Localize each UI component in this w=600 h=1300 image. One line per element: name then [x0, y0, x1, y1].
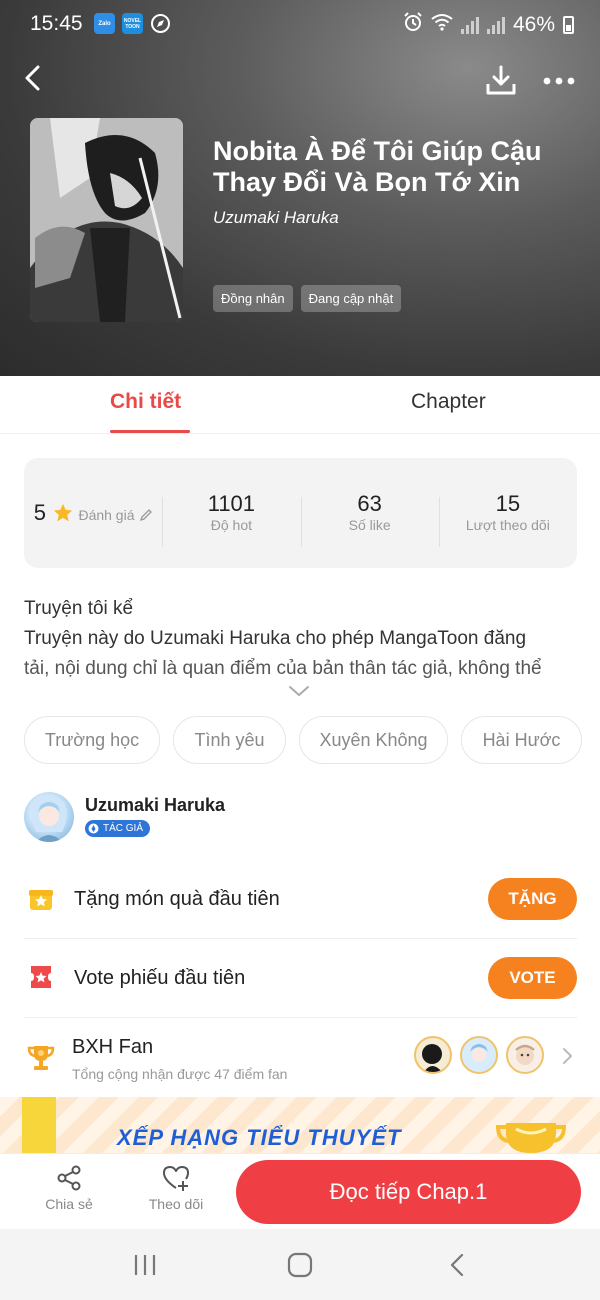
chevron-down-icon — [289, 686, 309, 696]
trophy-icon — [26, 1042, 56, 1077]
recent-apps-button[interactable] — [130, 1251, 160, 1279]
follow-button[interactable]: Theo dõi — [141, 1164, 211, 1212]
signal-icon — [460, 16, 479, 34]
gift-label: Tặng món quà đầu tiên — [74, 888, 280, 910]
novel-ranking-banner[interactable]: XẾP HẠNG TIỂU THUYẾT — [0, 1097, 600, 1153]
followers-value: 15 — [495, 491, 521, 516]
signal-icon-2 — [486, 16, 505, 34]
chip-isekai[interactable]: Xuyên Không — [299, 716, 448, 764]
tab-chapter[interactable]: Chapter — [411, 390, 486, 414]
chip-romance[interactable]: Tình yêu — [173, 716, 286, 764]
more-options-button[interactable] — [540, 66, 578, 96]
tag-fanfic[interactable]: Đồng nhân — [213, 285, 293, 312]
battery-text: 46% — [512, 13, 555, 36]
book-description[interactable]: Truyện tôi kể Truyện này do Uzumaki Haru… — [24, 594, 584, 684]
banner-decoration — [22, 1097, 56, 1153]
chip-comedy[interactable]: Hài Hước — [461, 716, 582, 764]
fan-ranking-row[interactable]: BXH Fan Tổng cộng nhận được 47 điểm fan — [24, 1026, 584, 1092]
vote-button[interactable]: VOTE — [488, 957, 577, 999]
author-avatar-image — [31, 795, 67, 842]
fan-ranking-subtitle: Tổng cộng nhận được 47 điểm fan — [72, 1066, 288, 1082]
fan-avatar — [414, 1036, 452, 1074]
author-badge: TÁC GIẢ — [85, 820, 151, 837]
likes-label: Số like — [348, 517, 391, 533]
heart-plus-icon — [163, 1166, 189, 1191]
star-icon — [53, 503, 73, 522]
fan-ranking-title: BXH Fan — [72, 1036, 154, 1058]
hot-value: 1101 — [207, 491, 256, 516]
tab-details[interactable]: Chi tiết — [110, 390, 181, 414]
author-name[interactable]: Uzumaki Haruka — [85, 795, 225, 816]
quill-badge-icon — [88, 823, 99, 834]
tab-bar: Chi tiết Chapter — [0, 376, 600, 434]
book-cover-image — [30, 118, 183, 322]
app-screen: { "status_bar": { "time": "15:45", "apps… — [0, 0, 600, 1300]
gift-icon — [28, 886, 54, 912]
author-badge-label: TÁC GIẢ — [103, 823, 144, 834]
book-author: Uzumaki Haruka — [213, 208, 339, 227]
tag-updating: Đang cập nhật — [300, 285, 402, 312]
vote-ticket-icon — [28, 964, 54, 990]
expand-description-button[interactable] — [287, 684, 311, 698]
stat-likes: 63 Số like — [300, 491, 439, 547]
gift-row: Tặng món quà đầu tiên TẶNG — [24, 860, 577, 939]
share-label: Chia sẻ — [45, 1196, 93, 1212]
more-dots-icon — [543, 77, 575, 85]
stat-rating[interactable]: 5 Đánh giá — [24, 500, 162, 526]
system-back-button[interactable] — [442, 1251, 472, 1279]
description-line: Truyện tôi kể — [24, 598, 134, 619]
compass-icon — [150, 13, 171, 39]
banner-text: XẾP HẠNG TIỂU THUYẾT — [117, 1125, 402, 1150]
bottom-action-bar: Chia sẻ Theo dõi Đọc tiếp Chap.1 — [0, 1153, 600, 1229]
share-button[interactable]: Chia sẻ — [34, 1164, 104, 1212]
description-line: Truyện này do Uzumaki Haruka cho phép Ma… — [24, 628, 527, 649]
rating-value-wrap: 5 — [34, 500, 74, 526]
fan-avatar — [460, 1036, 498, 1074]
chip-school[interactable]: Trường học — [24, 716, 160, 764]
continue-reading-button[interactable]: Đọc tiếp Chap.1 — [236, 1160, 581, 1224]
follow-label: Theo dõi — [148, 1196, 204, 1212]
status-time: 15:45 — [30, 12, 83, 35]
wifi-icon — [431, 13, 453, 37]
zalo-app-icon: Zalo — [94, 13, 115, 34]
alarm-icon — [403, 12, 423, 38]
stats-panel: 5 Đánh giá 1101 Độ hot 63 Số like 15 Lượ… — [24, 458, 577, 568]
vote-label: Vote phiếu đầu tiên — [74, 967, 246, 989]
likes-value: 63 — [357, 491, 382, 516]
download-icon — [486, 65, 516, 95]
share-icon — [57, 1165, 81, 1191]
edit-pencil-icon — [139, 509, 152, 522]
book-title: Nobita À Để Tôi Giúp Cậu Thay Đổi Và Bọn… — [213, 136, 542, 197]
genre-chip-list: Trường học Tình yêu Xuyên Không Hài Hước — [24, 716, 582, 764]
trophy-cup-icon — [495, 1119, 567, 1153]
battery-icon — [563, 16, 574, 34]
home-icon — [287, 1252, 313, 1278]
chevron-left-icon — [25, 65, 40, 91]
cover-illustration — [30, 118, 183, 322]
stat-hot: 1101 Độ hot — [162, 491, 300, 547]
stat-followers: 15 Lượt theo dõi — [438, 491, 577, 547]
fan-avatar — [506, 1036, 544, 1074]
back-button[interactable] — [18, 62, 50, 94]
rating-label: Đánh giá — [78, 507, 135, 523]
author-avatar[interactable] — [24, 792, 74, 842]
back-arrow-icon — [450, 1253, 464, 1277]
header-hero: 15:45 Zalo NOVEL TOON 46% Nobita À Để Tô… — [0, 0, 600, 376]
novel-toon-app-icon: NOVEL TOON — [122, 13, 143, 34]
hot-label: Độ hot — [210, 517, 252, 533]
rating-value: 5 — [33, 500, 46, 525]
home-button[interactable] — [285, 1251, 315, 1279]
gift-button[interactable]: TẶNG — [488, 878, 577, 920]
description-line: tải, nội dung chỉ là quan điểm của bản t… — [24, 658, 542, 679]
system-navigation-bar — [0, 1229, 600, 1300]
active-tab-indicator — [110, 430, 190, 433]
recent-apps-icon — [134, 1255, 156, 1275]
status-bar: 15:45 Zalo NOVEL TOON 46% — [0, 0, 600, 48]
rating-label-wrap: Đánh giá — [78, 507, 152, 523]
chevron-right-icon — [560, 1046, 574, 1066]
download-button[interactable] — [484, 64, 518, 98]
status-tags: Đồng nhân Đang cập nhật — [213, 285, 402, 312]
vote-row: Vote phiếu đầu tiên VOTE — [24, 939, 577, 1018]
followers-label: Lượt theo dõi — [465, 517, 550, 533]
